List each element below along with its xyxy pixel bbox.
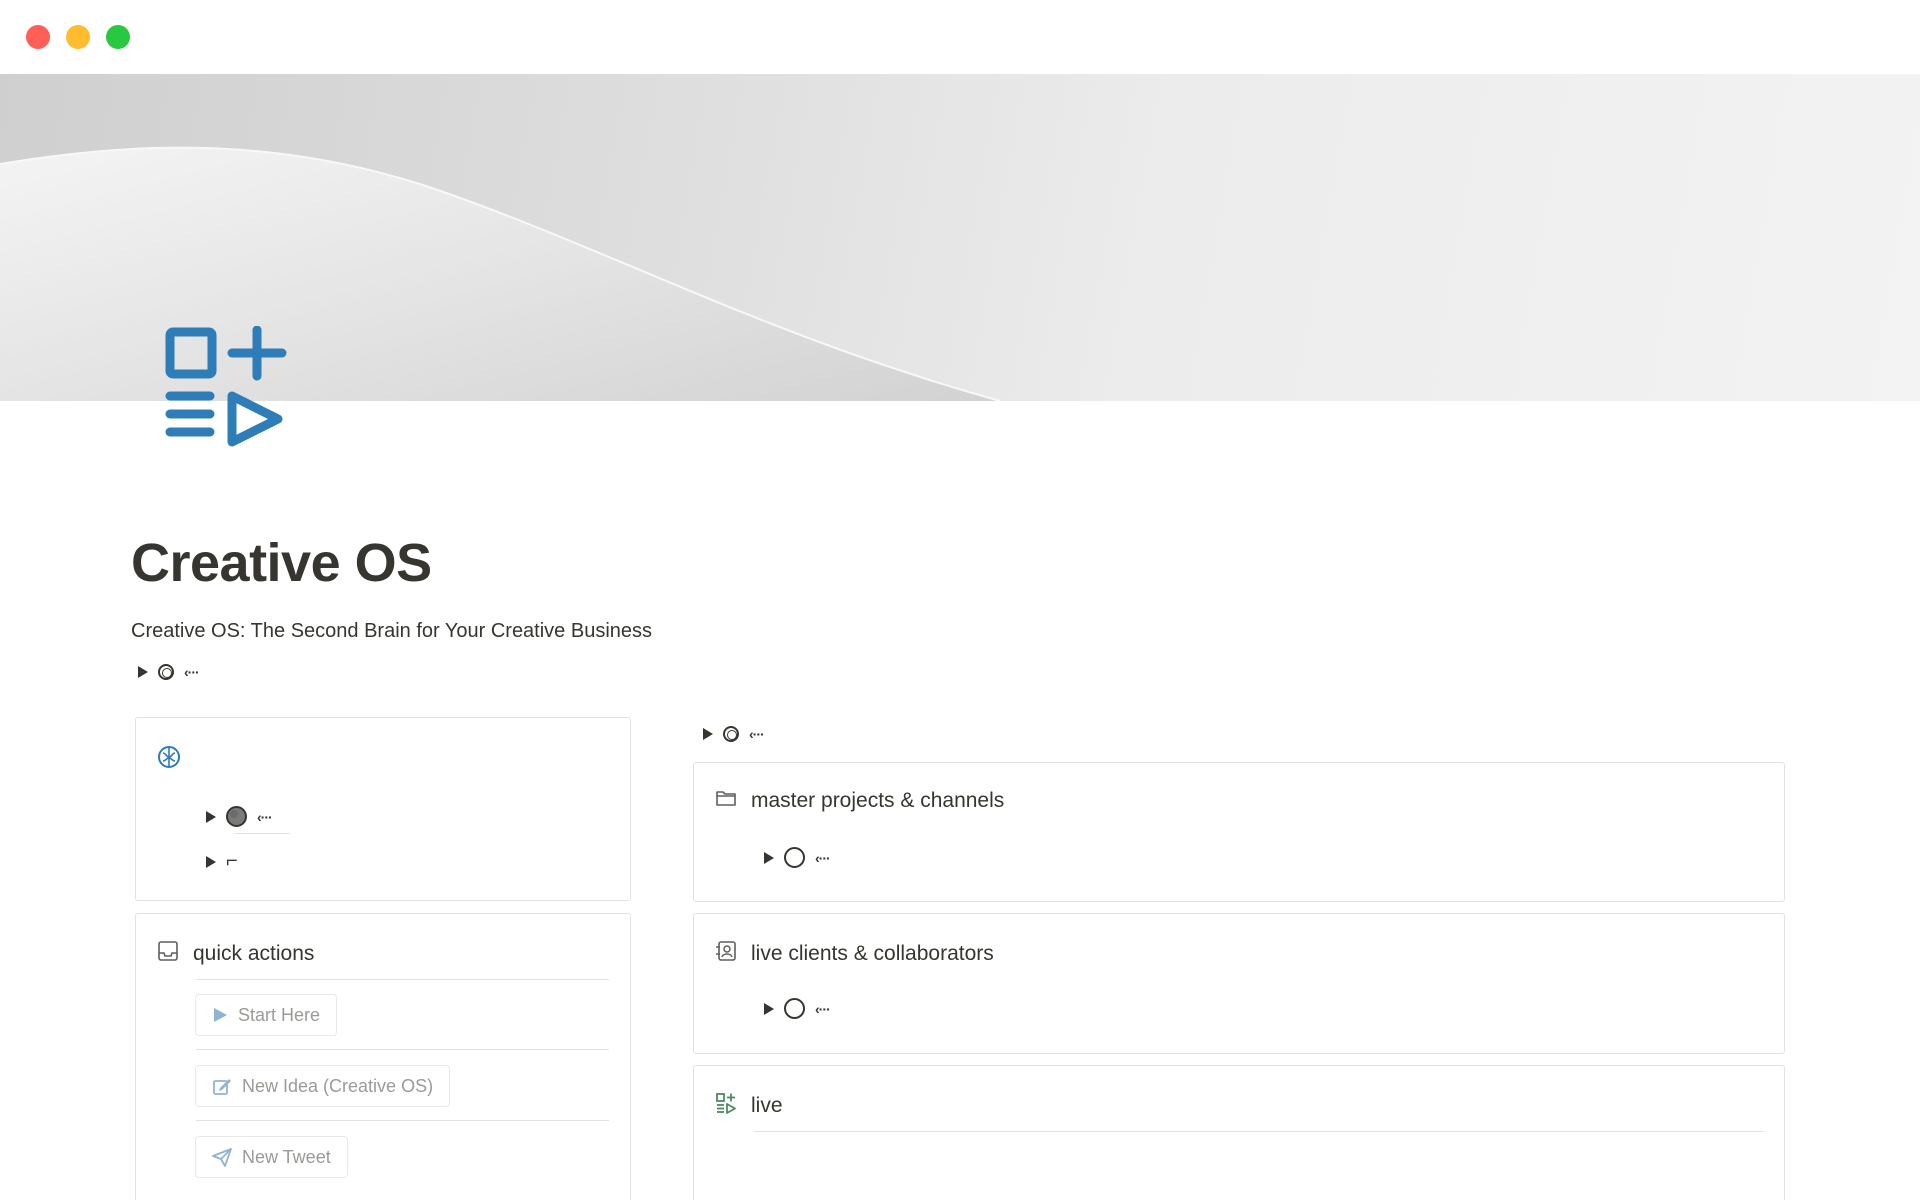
- live-header: live: [715, 1092, 783, 1120]
- master-projects-toggle[interactable]: ‹···: [764, 847, 831, 868]
- divider: [196, 1120, 609, 1121]
- live-clients-header: live clients & collaborators: [715, 940, 994, 968]
- toggle-dots: ‹···: [815, 849, 831, 866]
- divider: [234, 833, 290, 834]
- target-icon: [723, 726, 739, 742]
- live-clients-title[interactable]: live clients & collaborators: [751, 942, 994, 966]
- close-window-button[interactable]: [26, 25, 50, 49]
- new-tweet-label: New Tweet: [242, 1146, 331, 1167]
- live-title[interactable]: live: [751, 1094, 783, 1118]
- divider: [754, 1131, 1764, 1132]
- paper-curve-graphic: [0, 146, 1001, 401]
- radio-icon: [226, 806, 247, 827]
- form-plus-list-play-icon[interactable]: [164, 325, 288, 450]
- new-tweet-button[interactable]: New Tweet: [195, 1136, 348, 1178]
- new-idea-button[interactable]: New Idea (Creative OS): [195, 1065, 451, 1107]
- quick-actions-title[interactable]: quick actions: [193, 942, 314, 966]
- folder-icon: [715, 787, 737, 815]
- brain-card: ‹··· ⌐: [135, 717, 631, 901]
- edit-icon: [213, 1079, 231, 1095]
- divider: [196, 979, 609, 980]
- toggle-dots: ‹···: [257, 808, 273, 825]
- play-icon: [214, 1008, 227, 1022]
- corner-down-arrow-icon: ⌐: [226, 850, 238, 872]
- brain-toggle-1[interactable]: ‹···: [206, 806, 273, 827]
- toggle-triangle-icon[interactable]: [764, 1002, 774, 1015]
- page-subtitle[interactable]: Creative OS: The Second Brain for Your C…: [131, 620, 652, 643]
- page-cover[interactable]: [0, 74, 1920, 401]
- page-toggle[interactable]: ‹···: [138, 664, 200, 680]
- master-projects-card: master projects & channels ‹···: [693, 762, 1785, 902]
- toggle-triangle-icon[interactable]: [703, 728, 713, 740]
- circle-icon: [784, 847, 805, 868]
- master-projects-header: master projects & channels: [715, 787, 1004, 815]
- toggle-dots: ‹···: [815, 1000, 831, 1017]
- circle-icon: [784, 998, 805, 1019]
- page-title[interactable]: Creative OS: [131, 532, 432, 594]
- start-here-label: Start Here: [238, 1004, 321, 1025]
- toggle-triangle-icon[interactable]: [138, 666, 148, 678]
- brain-toggle-2[interactable]: ⌐: [206, 850, 238, 873]
- brain-icon: [157, 745, 181, 774]
- zoom-window-button[interactable]: [106, 25, 130, 49]
- new-idea-label: New Idea (Creative OS): [242, 1075, 434, 1096]
- contacts-icon: [715, 940, 737, 968]
- send-icon: [212, 1148, 232, 1167]
- divider: [196, 1049, 609, 1050]
- live-icon: [715, 1092, 737, 1120]
- live-clients-card: live clients & collaborators ‹···: [693, 913, 1785, 1054]
- live-card: live: [693, 1065, 1785, 1200]
- quick-actions-card: quick actions Start Here New Idea (Creat…: [135, 913, 631, 1200]
- start-here-button[interactable]: Start Here: [195, 994, 338, 1036]
- toggle-triangle-icon[interactable]: [764, 851, 774, 864]
- target-icon: [158, 664, 174, 680]
- window-titlebar: [0, 0, 1920, 74]
- toggle-dots: ‹···: [749, 726, 765, 742]
- quick-actions-header: quick actions: [157, 940, 314, 968]
- toggle-triangle-icon[interactable]: [206, 810, 216, 823]
- toggle-triangle-icon[interactable]: [206, 855, 216, 868]
- inbox-icon: [157, 940, 179, 968]
- toggle-dots: ‹···: [184, 664, 200, 680]
- right-column-toggle[interactable]: ‹···: [703, 726, 765, 742]
- live-clients-toggle[interactable]: ‹···: [764, 998, 831, 1019]
- master-projects-title[interactable]: master projects & channels: [751, 789, 1004, 813]
- minimize-window-button[interactable]: [66, 25, 90, 49]
